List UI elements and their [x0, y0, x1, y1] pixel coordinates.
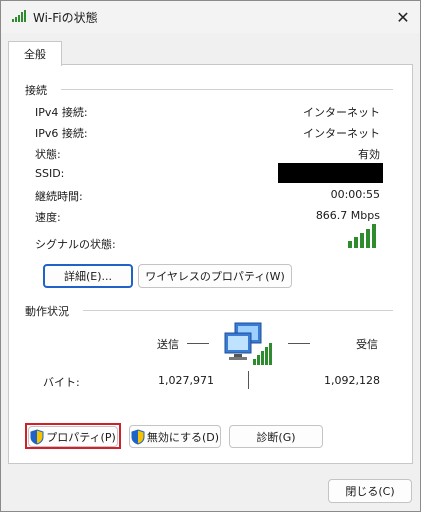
title-bar: Wi-Fiの状態 ✕	[1, 1, 420, 33]
activity-divider	[83, 310, 393, 311]
bytes-sent-value: 1,027,971	[158, 374, 214, 387]
wifi-signal-icon	[12, 10, 26, 22]
duration-label: 継続時間:	[35, 190, 83, 203]
window-title: Wi-Fiの状態	[33, 11, 98, 25]
media-state-label: 状態:	[35, 148, 61, 161]
details-button-label: 詳細(E)...	[63, 270, 113, 283]
diagnose-button[interactable]: 診断(G)	[229, 425, 323, 448]
bytes-label: バイト:	[43, 376, 80, 389]
ipv6-label: IPv6 接続:	[35, 127, 88, 140]
ipv4-label: IPv4 接続:	[35, 106, 88, 119]
disable-button-label: 無効にする(D)	[146, 430, 220, 444]
connection-divider	[61, 89, 393, 90]
disable-button[interactable]: 無効にする(D)	[129, 425, 221, 448]
signal-quality-label: シグナルの状態:	[35, 238, 116, 251]
received-dash	[288, 343, 310, 344]
network-computers-icon	[224, 322, 272, 365]
shield-icon	[30, 428, 44, 445]
signal-strength-icon	[348, 224, 376, 248]
ssid-label: SSID:	[35, 167, 65, 180]
media-state-value: 有効	[358, 148, 380, 161]
connection-heading: 接続	[25, 82, 53, 98]
properties-button[interactable]: プロパティ(P)	[28, 426, 118, 447]
close-button[interactable]: 閉じる(C)	[328, 479, 412, 503]
wireless-properties-label: ワイヤレスのプロパティ(W)	[145, 270, 285, 283]
bytes-received-value: 1,092,128	[324, 374, 380, 387]
diagnose-button-label: 診断(G)	[256, 430, 296, 444]
ipv4-value: インターネット	[303, 106, 380, 119]
received-label: 受信	[356, 338, 378, 351]
close-icon[interactable]: ✕	[390, 4, 416, 30]
tab-general[interactable]: 全般	[8, 41, 62, 66]
speed-label: 速度:	[35, 211, 61, 224]
ipv6-value: インターネット	[303, 127, 380, 140]
close-button-label: 閉じる(C)	[345, 485, 395, 498]
duration-value: 00:00:55	[330, 188, 380, 201]
sent-dash	[187, 343, 209, 344]
speed-value: 866.7 Mbps	[315, 209, 380, 222]
activity-separator	[248, 371, 249, 389]
properties-button-label: プロパティ(P)	[46, 430, 116, 444]
tab-general-label: 全般	[24, 48, 46, 61]
wifi-status-window: Wi-Fiの状態 ✕ 全般 接続 IPv4 接続: インターネット IPv6 接…	[0, 0, 421, 512]
shield-icon	[131, 428, 145, 445]
sent-label: 送信	[157, 338, 179, 351]
details-button[interactable]: 詳細(E)...	[43, 264, 133, 288]
activity-heading: 動作状況	[25, 303, 75, 319]
ssid-redacted	[278, 163, 383, 183]
wireless-properties-button[interactable]: ワイヤレスのプロパティ(W)	[138, 264, 292, 288]
